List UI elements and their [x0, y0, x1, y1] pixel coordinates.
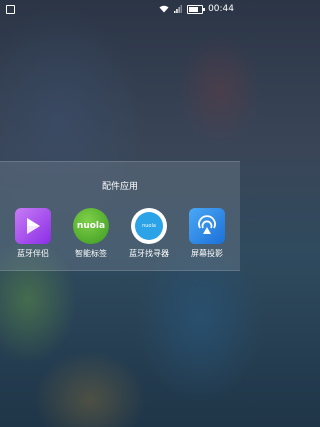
app-list: 蓝牙伴侣 nuola 智能标签 nuola 蓝牙找寻器 屏幕投影: [0, 208, 240, 259]
app-label: 智能标签: [75, 249, 107, 258]
finder-icon: nuola: [131, 208, 167, 244]
status-left: [0, 4, 15, 14]
app-label: 屏幕投影: [191, 249, 223, 258]
status-bar: 00:44: [0, 0, 240, 18]
play-icon: [15, 208, 51, 244]
wifi-icon: [159, 5, 169, 13]
app-smart-tag[interactable]: nuola 智能标签: [63, 208, 119, 259]
app-label: 蓝牙找寻器: [129, 249, 169, 258]
app-label: 蓝牙伴侣: [17, 249, 49, 258]
status-right: 00:44: [159, 4, 240, 14]
app-screen-cast[interactable]: 屏幕投影: [179, 208, 235, 259]
app-bluetooth-companion[interactable]: 蓝牙伴侣: [5, 208, 61, 259]
nuola-logo-icon: nuola: [73, 208, 109, 244]
panel-title: 配件应用: [101, 182, 138, 192]
screenshot-icon: [6, 4, 15, 14]
battery-icon: [187, 4, 206, 14]
status-time: 00:44: [208, 4, 234, 14]
accessory-apps-panel: 配件应用 蓝牙伴侣 nuola 智能标签 nuola 蓝牙找寻器 屏幕投影: [0, 161, 240, 271]
app-bluetooth-finder[interactable]: nuola 蓝牙找寻器: [121, 208, 177, 259]
signal-icon: [174, 5, 183, 13]
cast-icon: [189, 208, 225, 244]
